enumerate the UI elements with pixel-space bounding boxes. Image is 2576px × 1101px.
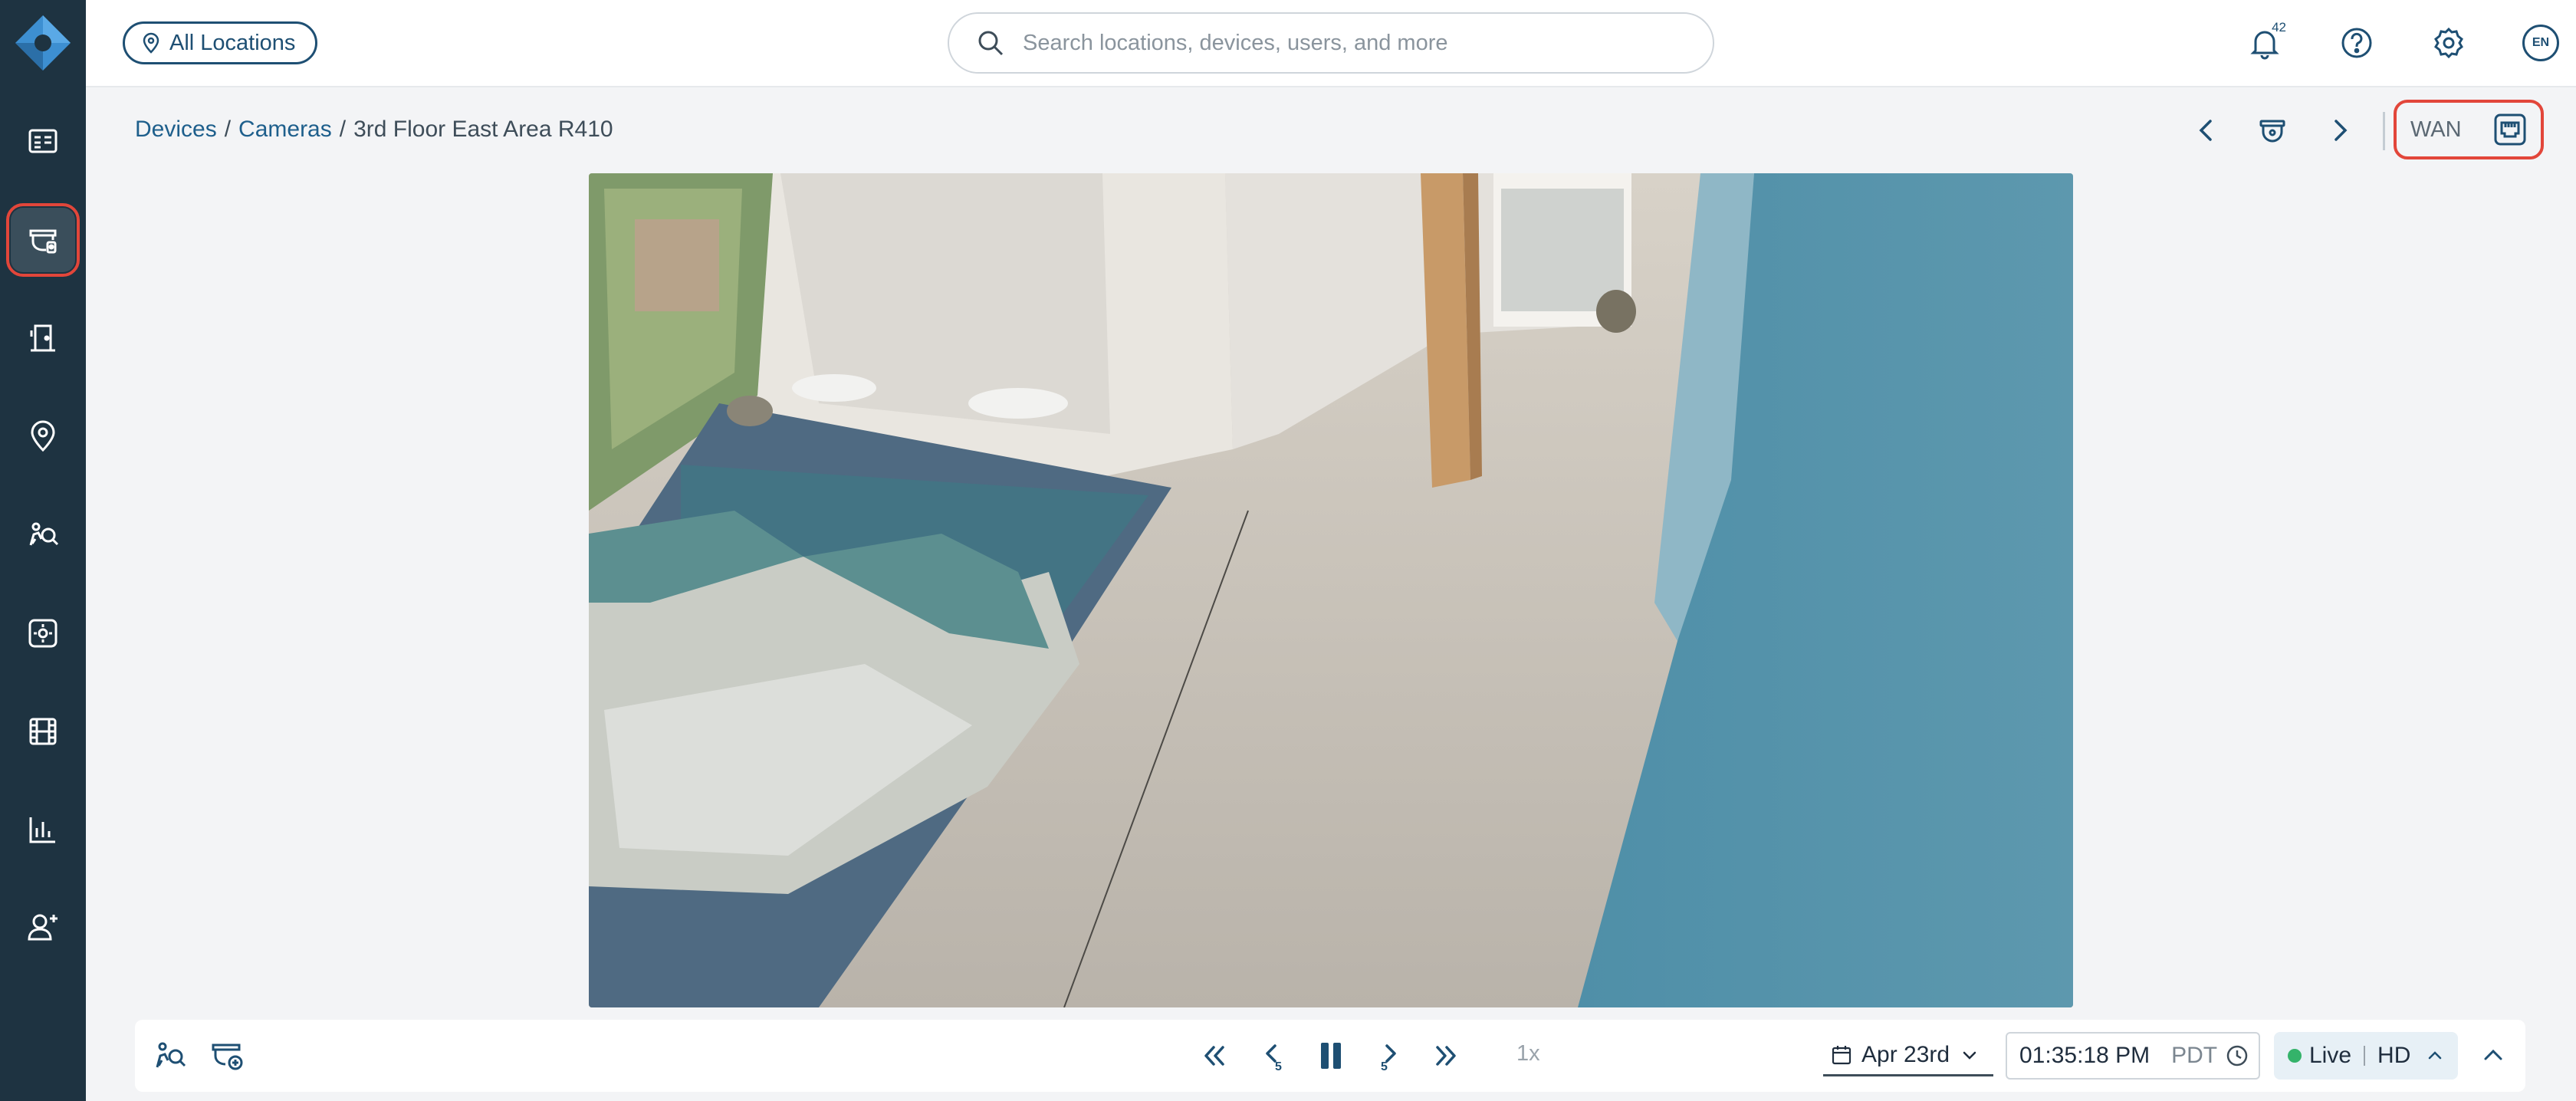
sidebar-item-sensors[interactable] [11, 601, 75, 666]
ethernet-port-icon [2494, 113, 2526, 146]
time-picker[interactable]: 01:35:18 PM PDT [2006, 1032, 2260, 1080]
chevron-down-icon [1963, 1051, 1976, 1060]
skip-back-seconds: 5 [1275, 1060, 1282, 1073]
dome-camera-icon [2259, 120, 2285, 143]
film-icon [29, 718, 57, 745]
camera-add-icon [212, 1043, 243, 1070]
divider [2364, 1046, 2366, 1066]
sidebar-item-analytics[interactable] [11, 797, 75, 862]
clock-icon [2226, 1045, 2248, 1066]
camera-list-button[interactable] [2249, 107, 2295, 153]
dashboard-icon [28, 129, 58, 153]
date-picker[interactable]: Apr 23rd [1823, 1035, 1993, 1076]
previous-camera-button[interactable] [2183, 107, 2229, 153]
double-chevron-left-icon [1204, 1046, 1224, 1066]
expand-timeline-button[interactable] [2472, 1034, 2515, 1077]
location-selector[interactable]: All Locations [123, 21, 318, 64]
skip-forward-5-icon: 5 [1381, 1044, 1396, 1073]
breadcrumb-devices[interactable]: Devices [135, 117, 217, 143]
breadcrumb: Devices / Cameras / 3rd Floor East Area … [135, 117, 613, 143]
double-chevron-right-icon [1436, 1046, 1456, 1066]
analytics-icon [29, 817, 55, 843]
divider [2383, 112, 2385, 150]
gear-icon [2434, 27, 2463, 59]
next-camera-button[interactable] [2317, 107, 2363, 153]
sidebar [0, 0, 86, 1101]
chevron-up-icon [2484, 1049, 2502, 1060]
connection-type-indicator[interactable]: WAN [2394, 100, 2544, 159]
breadcrumb-current-camera: 3rd Floor East Area R410 [353, 117, 613, 142]
live-mode-label: Live [2309, 1043, 2352, 1068]
language-button[interactable]: EN [2518, 20, 2564, 66]
rewind-button[interactable] [1191, 1033, 1237, 1079]
notification-count-badge: 42 [2272, 20, 2286, 35]
skip-back-button[interactable]: 5 [1251, 1033, 1297, 1079]
settings-button[interactable] [2426, 20, 2472, 66]
help-button[interactable] [2334, 20, 2380, 66]
sidebar-item-dashboard[interactable] [11, 109, 75, 173]
breadcrumb-separator: / [224, 117, 232, 142]
calendar-icon [1832, 1045, 1852, 1064]
help-icon [2341, 28, 2372, 58]
pause-icon [1321, 1043, 1341, 1069]
time-value: 01:35:18 PM [2019, 1043, 2150, 1068]
fast-forward-button[interactable] [1423, 1033, 1469, 1079]
chevron-left-icon [2199, 120, 2212, 141]
video-frame [589, 173, 2073, 1007]
chevron-up-icon [2429, 1051, 2442, 1060]
skip-forward-button[interactable]: 5 [1366, 1033, 1412, 1079]
timezone-label: PDT [2171, 1043, 2218, 1068]
sidebar-item-access-control[interactable] [11, 306, 75, 370]
sidebar-item-people-search[interactable] [11, 502, 75, 567]
camera-video-feed[interactable] [589, 173, 2073, 1007]
top-bar: All Locations 42 EN [86, 0, 2576, 87]
chevron-right-icon [2334, 120, 2348, 141]
date-value: Apr 23rd [1861, 1041, 1950, 1067]
language-label: EN [2522, 25, 2559, 61]
playback-speed[interactable]: 1x [1516, 1041, 1540, 1066]
sidebar-item-users[interactable] [11, 895, 75, 959]
sidebar-item-archives[interactable] [11, 699, 75, 764]
skip-back-5-icon: 5 [1266, 1044, 1282, 1073]
breadcrumb-separator: / [339, 117, 347, 142]
playback-controls: 5 5 1x Apr 23rd 01:35:18 PM PDT Live HD [135, 1020, 2525, 1092]
quality-label: HD [2377, 1043, 2411, 1068]
skip-forward-seconds: 5 [1381, 1060, 1388, 1073]
search-input[interactable] [1023, 30, 1682, 56]
connection-type-label: WAN [2410, 117, 2462, 142]
add-camera-button[interactable] [204, 1033, 250, 1079]
location-selector-label: All Locations [169, 30, 296, 55]
live-status-dot [2288, 1049, 2302, 1063]
sidebar-item-locations[interactable] [11, 404, 75, 468]
breadcrumb-cameras[interactable]: Cameras [238, 117, 332, 143]
search-icon [978, 31, 1004, 56]
sensor-icon [28, 619, 58, 648]
global-search[interactable] [948, 12, 1714, 74]
add-user-icon [28, 914, 58, 941]
sidebar-item-cameras[interactable] [6, 203, 80, 277]
door-access-icon [30, 324, 55, 352]
people-search-button[interactable] [147, 1033, 193, 1079]
app-logo[interactable] [14, 14, 72, 72]
people-search-icon [29, 522, 59, 546]
pause-button[interactable] [1308, 1033, 1354, 1079]
location-pin-icon [31, 420, 55, 452]
camera-icon [29, 229, 57, 254]
notifications-button[interactable]: 42 [2242, 20, 2288, 66]
location-pin-icon [143, 32, 159, 54]
live-quality-selector[interactable]: Live HD [2274, 1032, 2458, 1080]
people-search-icon [156, 1042, 186, 1068]
